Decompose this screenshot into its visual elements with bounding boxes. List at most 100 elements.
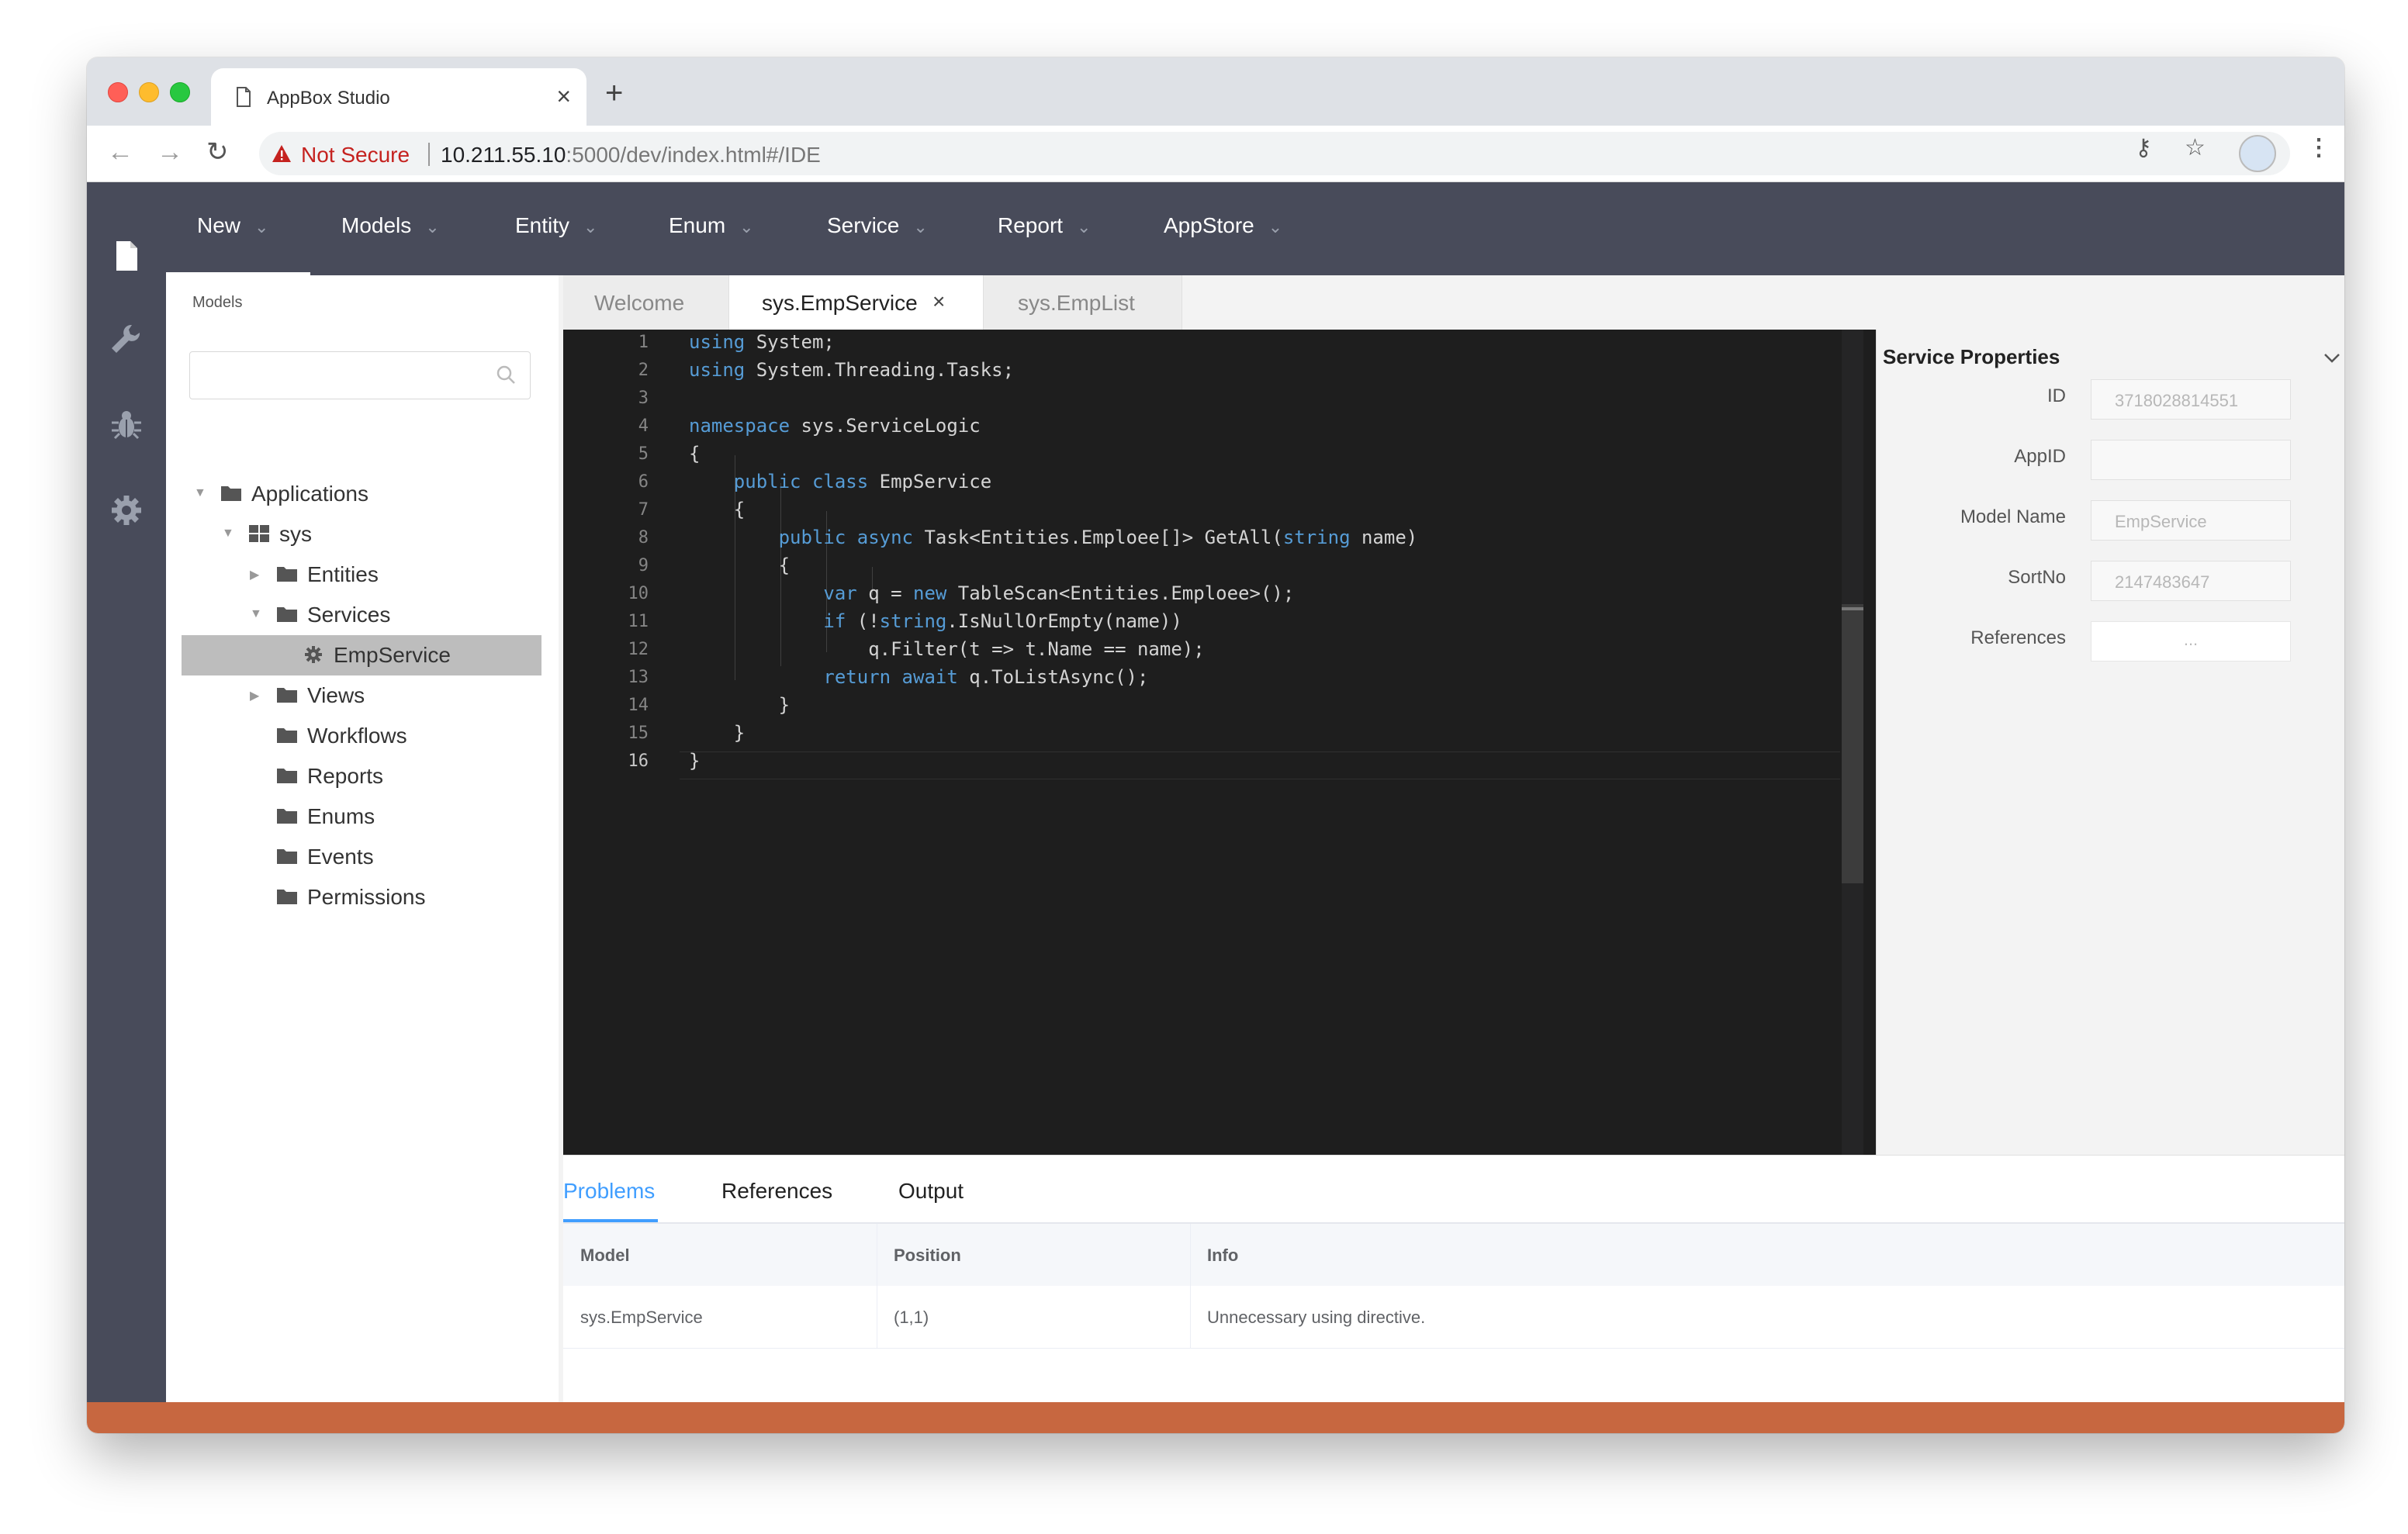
references-button[interactable]: ... xyxy=(2091,621,2291,662)
menu-new-label: New xyxy=(197,213,241,237)
editor-tab-bar: Welcome sys.EmpService × sys.EmpList xyxy=(563,275,2344,330)
minimize-window-button[interactable] xyxy=(139,82,159,102)
tab-label: sys.EmpService xyxy=(762,291,918,315)
url-text: 10.211.55.10:5000/dev/index.html#/IDE xyxy=(441,143,821,168)
active-tab-indicator xyxy=(563,1219,658,1222)
code-line: q.Filter(t => t.Name == name); xyxy=(689,638,1205,660)
chevron-down-icon: ⌄ xyxy=(1077,216,1092,237)
line-number: 10 xyxy=(628,584,649,603)
tree-node-workflows[interactable]: Workflows xyxy=(166,716,559,756)
maximize-window-button[interactable] xyxy=(170,82,190,102)
prop-label-references: References xyxy=(1970,627,2066,648)
tree-node-empservice[interactable]: EmpService xyxy=(182,635,541,675)
tab-sys-empservice[interactable]: sys.EmpService × xyxy=(729,275,984,330)
chevron-down-icon: ⌄ xyxy=(739,216,754,237)
tab-problems[interactable]: Problems xyxy=(563,1179,655,1204)
folder-icon xyxy=(277,688,297,703)
chevron-down-icon: ⌄ xyxy=(583,216,598,237)
editor-scrollbar-thumb[interactable] xyxy=(1842,604,1863,883)
caret-right-icon[interactable]: ▶ xyxy=(250,567,259,582)
tab-welcome[interactable]: Welcome xyxy=(563,275,729,330)
code-line: { xyxy=(689,555,791,576)
code-line: { xyxy=(689,443,701,465)
tree-node-sys[interactable]: ▼ sys xyxy=(166,514,559,555)
tab-references[interactable]: References xyxy=(721,1179,832,1204)
tree-node-label: Applications xyxy=(251,482,368,506)
browser-tab[interactable]: AppBox Studio × xyxy=(211,68,586,126)
line-number: 1 xyxy=(638,333,649,352)
cell-model: sys.EmpService xyxy=(580,1308,703,1327)
menu-enum-label: Enum xyxy=(669,213,726,237)
chevron-down-icon[interactable] xyxy=(2323,353,2341,364)
caret-down-icon[interactable]: ▼ xyxy=(222,527,234,541)
tree-node-enums[interactable]: Enums xyxy=(166,796,559,837)
model-name-field[interactable]: EmpService xyxy=(2091,500,2291,541)
tree-node-applications[interactable]: ▼ Applications xyxy=(166,474,559,514)
code-line: } xyxy=(689,694,791,716)
folder-icon xyxy=(277,849,297,864)
file-icon[interactable] xyxy=(109,238,144,274)
caret-down-icon[interactable]: ▼ xyxy=(250,607,262,621)
reload-icon[interactable]: ↻ xyxy=(206,136,229,168)
tree-node-services[interactable]: ▼ Services xyxy=(166,595,559,635)
line-number: 9 xyxy=(638,556,649,575)
browser-tab-strip: AppBox Studio × + xyxy=(87,57,2344,126)
tree-node-events[interactable]: Events xyxy=(166,837,559,877)
cell-info: Unnecessary using directive. xyxy=(1207,1308,1426,1327)
close-window-button[interactable] xyxy=(108,82,128,102)
code-line: public class EmpService xyxy=(733,471,992,492)
security-label: Not Secure xyxy=(301,143,410,167)
close-tab-icon[interactable]: × xyxy=(932,289,945,314)
table-row[interactable]: sys.EmpService (1,1) Unnecessary using d… xyxy=(563,1286,2344,1349)
caret-right-icon[interactable]: ▶ xyxy=(250,688,259,703)
menu-new[interactable]: New ⌄ xyxy=(197,213,268,238)
tab-output[interactable]: Output xyxy=(898,1179,964,1204)
prop-label-id: ID xyxy=(2047,385,2066,406)
key-icon[interactable]: ⚷ xyxy=(2135,136,2152,160)
code-editor[interactable]: 1 2 3 4 5 6 7 8 9 10 11 12 13 14 15 16 u… xyxy=(563,330,1876,1155)
search-icon[interactable] xyxy=(495,364,517,385)
id-field[interactable]: 3718028814551 xyxy=(2091,379,2291,420)
menu-service[interactable]: Service ⌄ xyxy=(827,213,928,238)
menu-models[interactable]: Models ⌄ xyxy=(341,213,440,238)
line-number: 6 xyxy=(638,472,649,492)
tree-node-label: sys xyxy=(279,522,312,546)
code-line: using System.Threading.Tasks; xyxy=(689,359,1015,381)
search-input[interactable] xyxy=(189,351,531,399)
menu-appstore[interactable]: AppStore ⌄ xyxy=(1164,213,1282,238)
chevron-down-icon: ⌄ xyxy=(254,216,269,237)
models-panel-label: Models xyxy=(192,294,243,311)
gear-icon[interactable] xyxy=(109,492,144,528)
status-bar xyxy=(87,1402,2344,1433)
line-number: 7 xyxy=(638,500,649,520)
menu-report[interactable]: Report ⌄ xyxy=(998,213,1091,238)
problems-table-header: Model Position Info xyxy=(563,1224,2344,1287)
menu-enum[interactable]: Enum ⌄ xyxy=(669,213,754,238)
line-number: 14 xyxy=(628,696,649,715)
caret-down-icon[interactable]: ▼ xyxy=(194,486,206,500)
tree-node-permissions[interactable]: Permissions xyxy=(166,877,559,917)
sortno-field[interactable]: 2147483647 xyxy=(2091,561,2291,601)
tree-node-views[interactable]: ▶ Views xyxy=(166,675,559,716)
address-bar[interactable]: Not Secure 10.211.55.10:5000/dev/index.h… xyxy=(259,132,2290,175)
more-menu-icon[interactable]: ⋮ xyxy=(2307,136,2330,160)
back-icon[interactable]: ← xyxy=(107,136,133,168)
close-tab-icon[interactable]: × xyxy=(556,84,571,109)
line-number: 16 xyxy=(628,751,649,771)
wrench-icon[interactable] xyxy=(109,322,144,358)
prop-label-model-name: Model Name xyxy=(1960,506,2066,527)
tab-sys-emplist[interactable]: sys.EmpList xyxy=(984,275,1182,330)
service-properties-panel: Service Properties ID 3718028814551 AppI… xyxy=(1876,330,2344,1155)
bug-icon[interactable] xyxy=(109,407,144,443)
column-divider xyxy=(1190,1224,1191,1348)
forward-icon[interactable]: → xyxy=(157,136,183,168)
appid-field[interactable] xyxy=(2091,440,2291,480)
tree-node-entities[interactable]: ▶ Entities xyxy=(166,555,559,595)
profile-avatar[interactable] xyxy=(2239,135,2276,172)
star-icon[interactable]: ☆ xyxy=(2185,136,2206,160)
new-tab-button[interactable]: + xyxy=(605,78,623,109)
line-number: 15 xyxy=(628,724,649,743)
menu-entity[interactable]: Entity ⌄ xyxy=(515,213,597,238)
folder-icon xyxy=(277,890,297,904)
tree-node-reports[interactable]: Reports xyxy=(166,756,559,796)
